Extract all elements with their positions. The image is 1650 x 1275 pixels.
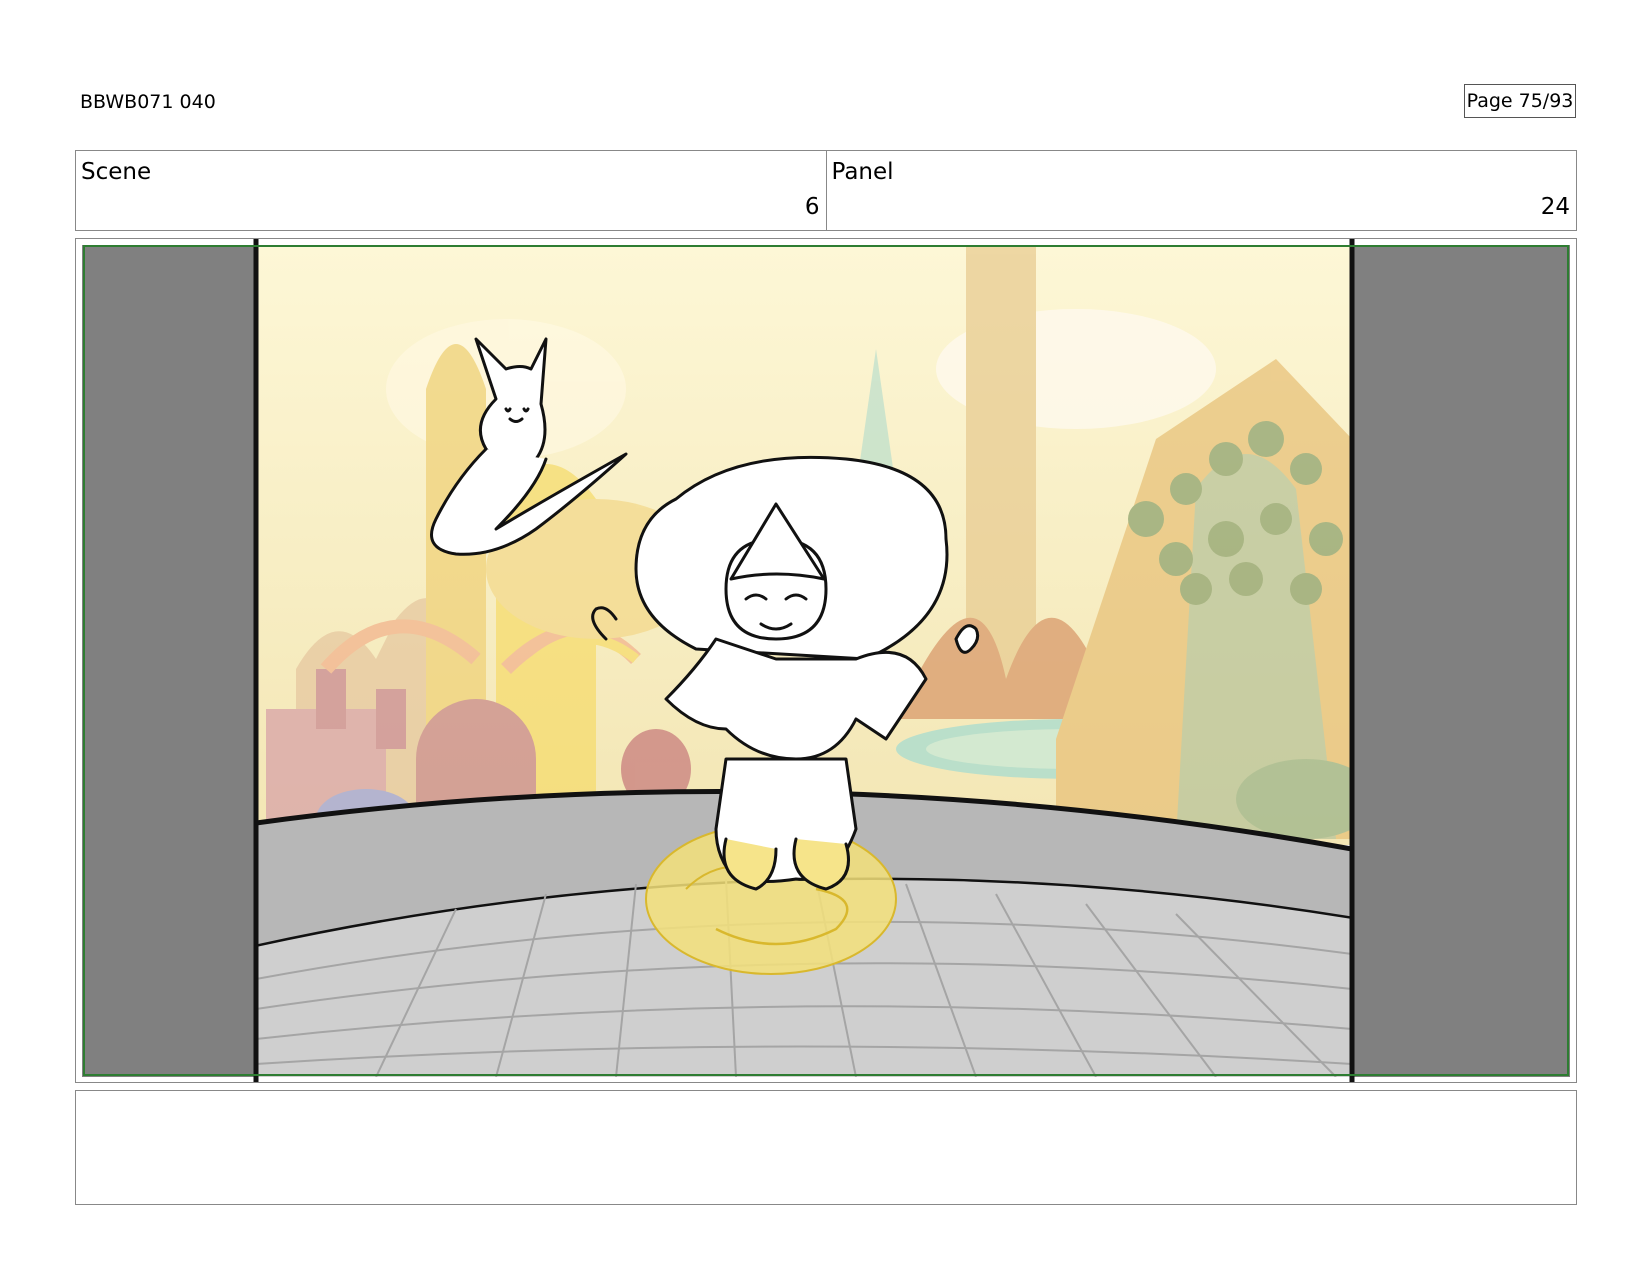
storyboard-frame — [75, 238, 1577, 1083]
panel-number: 24 — [1540, 194, 1570, 220]
right-side-bar — [1352, 245, 1570, 1077]
scene-cell: Scene 6 — [76, 151, 826, 230]
panel-label: Panel — [831, 159, 894, 185]
document-id: BBWB071 040 — [80, 91, 216, 113]
scene-number: 6 — [804, 194, 820, 220]
scene-label: Scene — [81, 159, 152, 185]
scene-panel-header: Scene 6 Panel 24 — [75, 150, 1577, 231]
left-side-bar — [82, 245, 256, 1077]
panel-cell: Panel 24 — [825, 151, 1577, 230]
panel-notes[interactable] — [75, 1090, 1577, 1205]
page-number: Page 75/93 — [1464, 84, 1576, 118]
storyboard-artwork — [82, 239, 1570, 1082]
